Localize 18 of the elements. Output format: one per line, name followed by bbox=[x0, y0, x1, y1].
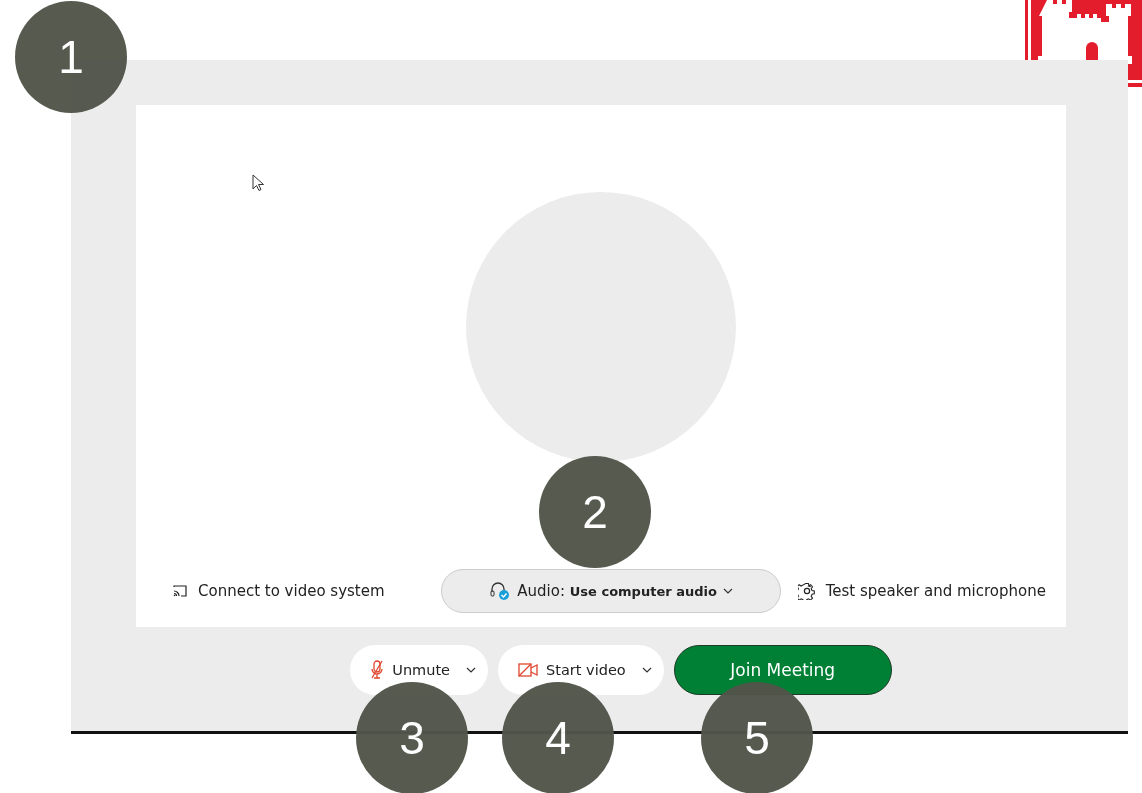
unmute-button[interactable]: Unmute bbox=[350, 645, 489, 695]
settings-icon bbox=[797, 582, 816, 600]
step-number-badge: 4 bbox=[502, 682, 614, 793]
cast-icon bbox=[172, 583, 188, 599]
join-meeting-button[interactable]: Join Meeting bbox=[673, 645, 892, 695]
start-video-button[interactable]: Start video bbox=[498, 645, 664, 695]
video-off-icon bbox=[518, 663, 539, 677]
test-speaker-link[interactable]: Test speaker and microphone bbox=[797, 582, 1046, 600]
headset-icon bbox=[489, 581, 512, 601]
connect-video-system-link[interactable]: Connect to video system bbox=[172, 582, 385, 600]
step-number-badge: 1 bbox=[15, 1, 127, 113]
pointer-icon bbox=[252, 174, 264, 192]
step-number-badge: 3 bbox=[356, 682, 468, 793]
muted-microphone-icon bbox=[370, 660, 385, 680]
chevron-down-icon bbox=[466, 667, 477, 673]
chevron-down-icon bbox=[722, 588, 733, 594]
audio-selector[interactable]: Audio: Use computer audio bbox=[441, 569, 782, 613]
chevron-down-icon bbox=[641, 667, 652, 673]
